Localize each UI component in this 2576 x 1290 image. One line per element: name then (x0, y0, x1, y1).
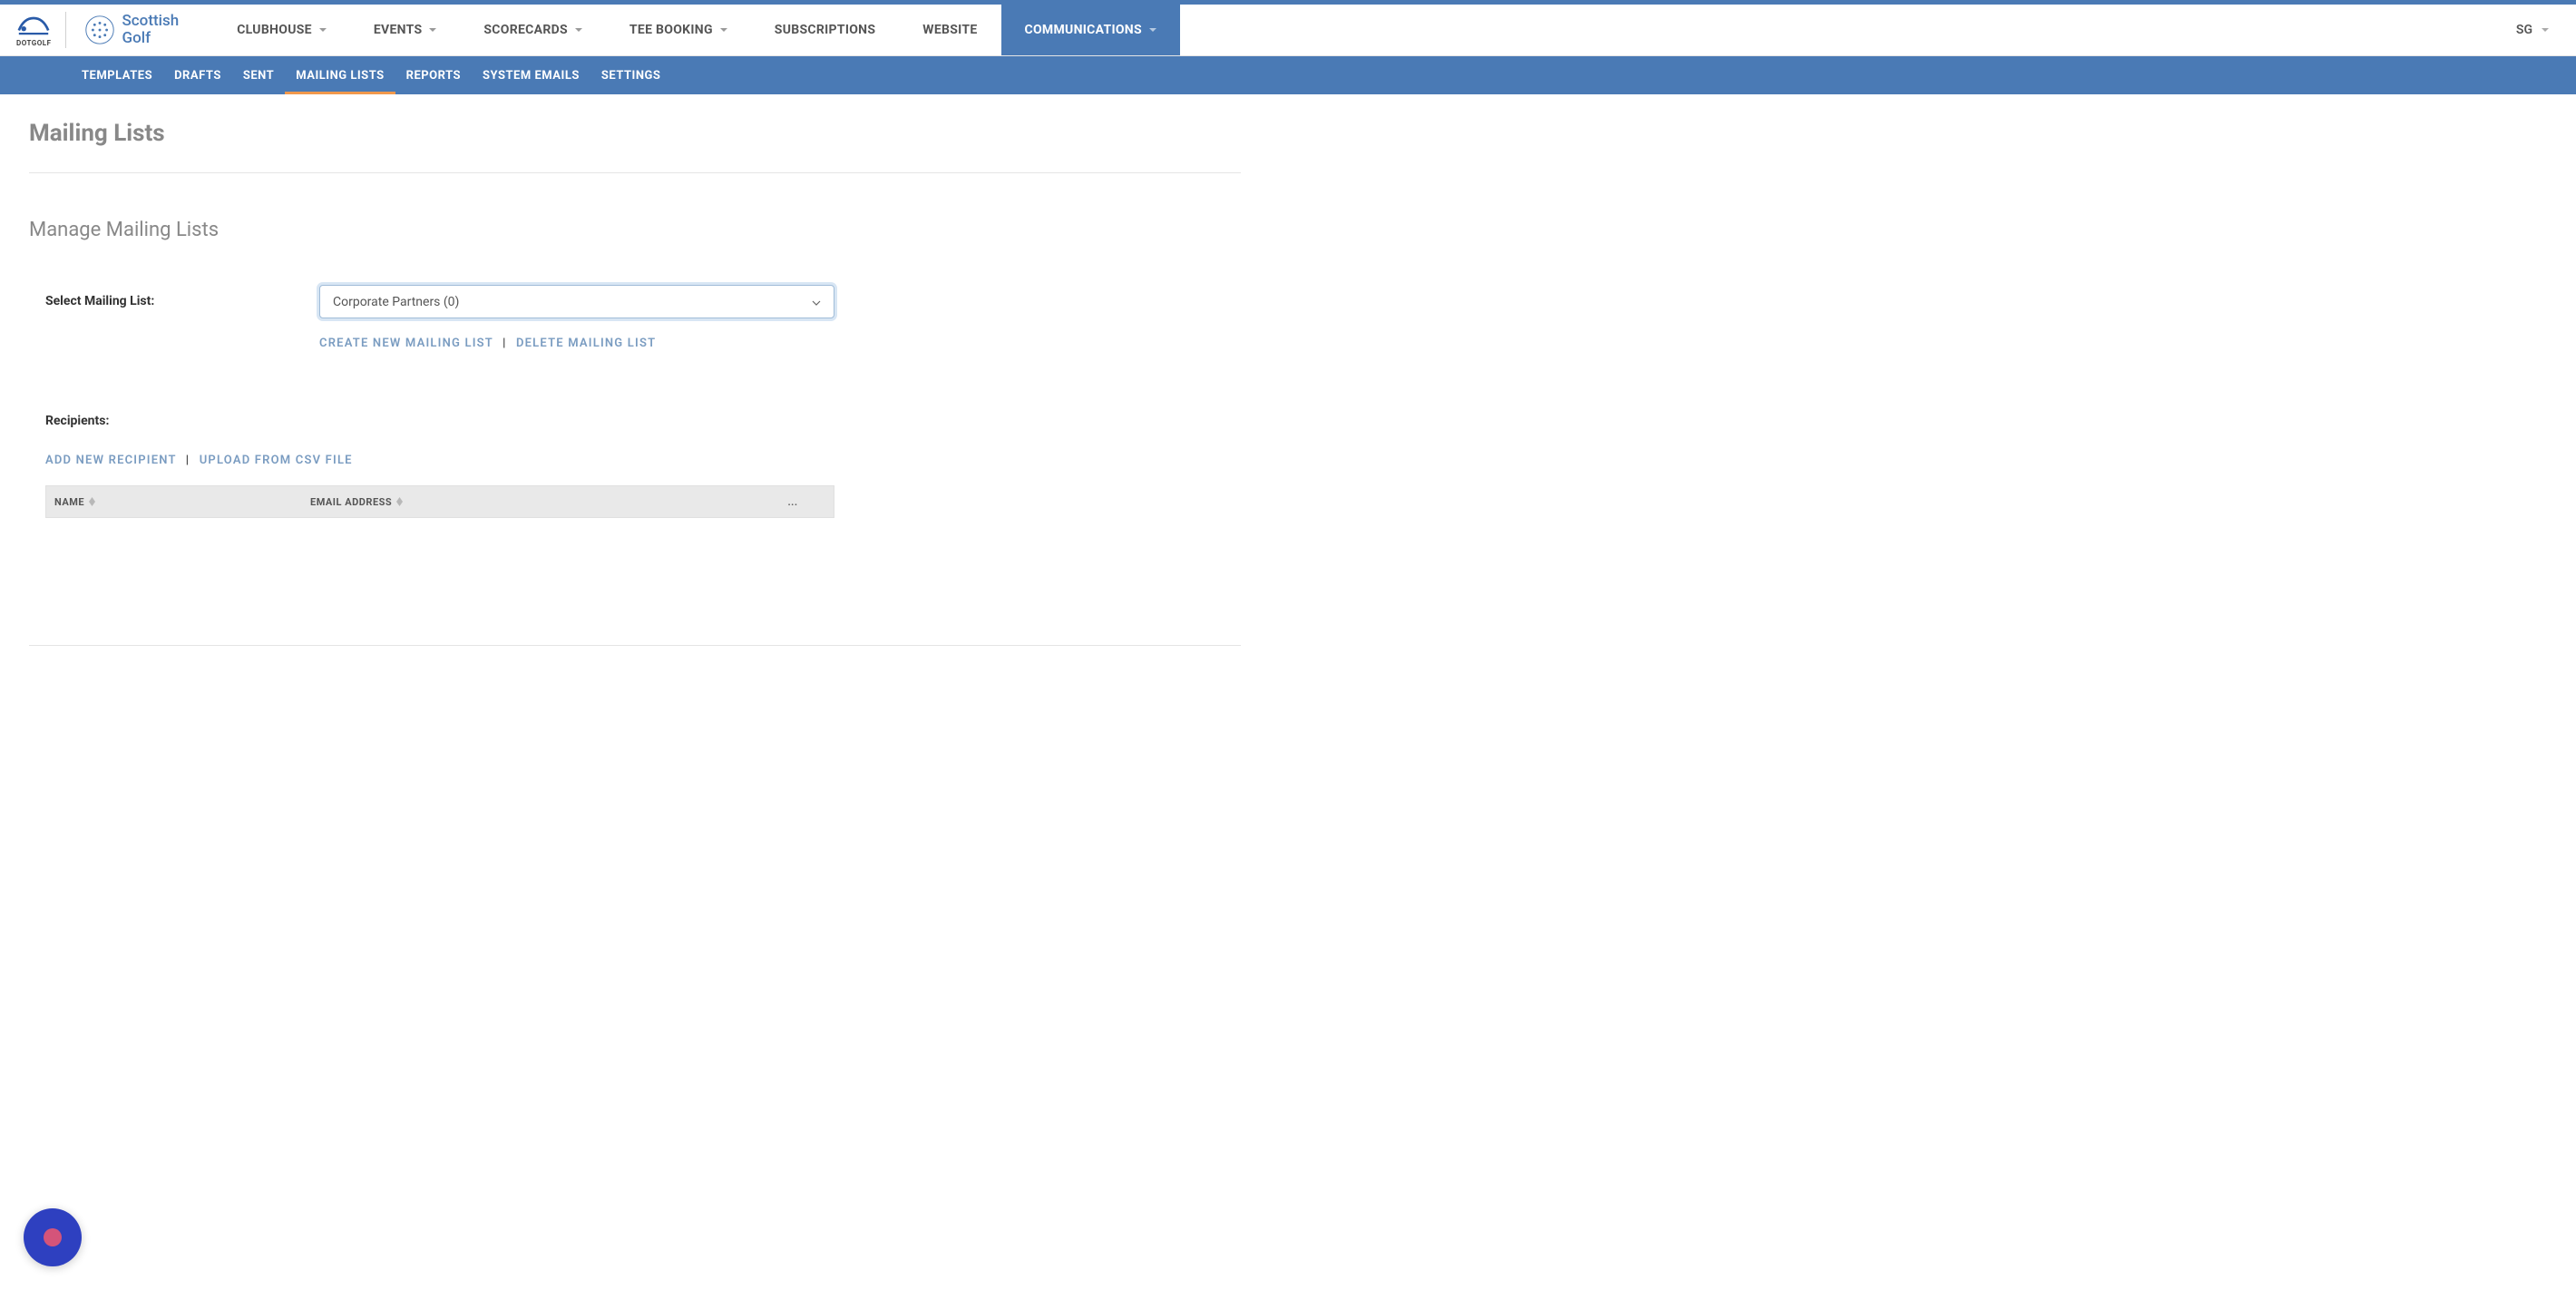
page-title: Mailing Lists (29, 120, 1241, 147)
divider (29, 172, 1241, 173)
create-mailing-list-link[interactable]: CREATE NEW MAILING LIST (319, 337, 493, 350)
add-recipient-link[interactable]: ADD NEW RECIPIENT (45, 454, 176, 467)
user-initials: SG (2516, 23, 2532, 37)
chevron-down-icon (812, 296, 821, 308)
subnav-mailing-lists[interactable]: MAILING LISTS (285, 56, 395, 94)
logo-divider (65, 12, 66, 48)
scottish-golf-icon (83, 13, 117, 47)
mailing-list-actions: CREATE NEW MAILING LIST | DELETE MAILING… (319, 337, 834, 350)
recipients-actions: ADD NEW RECIPIENT | UPLOAD FROM CSV FILE (45, 454, 1241, 467)
scottish-golf-text: Scottish Golf (122, 13, 180, 46)
chevron-down-icon (319, 28, 327, 32)
separator: | (503, 337, 506, 350)
upload-csv-link[interactable]: UPLOAD FROM CSV FILE (200, 454, 353, 467)
recipients-table: NAME EMAIL ADDRESS ... (45, 485, 834, 518)
sort-icon (89, 497, 95, 506)
content: Mailing Lists Manage Mailing Lists Selec… (0, 94, 1270, 671)
select-value: Corporate Partners (0) (333, 295, 459, 309)
recipients-section: Recipients: ADD NEW RECIPIENT | UPLOAD F… (29, 414, 1241, 518)
main-nav: DOTGOLF Scottish Golf CLUBHO (0, 5, 2576, 56)
chevron-down-icon (429, 28, 436, 32)
subnav-system-emails[interactable]: SYSTEM EMAILS (472, 56, 590, 94)
subnav-settings[interactable]: SETTINGS (590, 56, 672, 94)
nav-communications[interactable]: COMMUNICATIONS (1001, 5, 1180, 55)
chevron-down-icon (575, 28, 582, 32)
subnav-sent[interactable]: SENT (232, 56, 285, 94)
nav-scorecards[interactable]: SCORECARDS (460, 5, 606, 55)
column-actions[interactable]: ... (752, 496, 834, 508)
nav-items: CLUBHOUSE EVENTS SCORECARDS TEE BOOKING … (213, 5, 1180, 55)
nav-clubhouse[interactable]: CLUBHOUSE (213, 5, 350, 55)
delete-mailing-list-link[interactable]: DELETE MAILING LIST (516, 337, 656, 350)
user-menu[interactable]: SG (2489, 23, 2576, 37)
nav-tee-booking[interactable]: TEE BOOKING (606, 5, 751, 55)
separator: | (186, 454, 190, 467)
nav-subscriptions[interactable]: SUBSCRIPTIONS (751, 5, 899, 55)
subnav-reports[interactable]: REPORTS (395, 56, 472, 94)
section-title: Manage Mailing Lists (29, 219, 1241, 241)
table-header: NAME EMAIL ADDRESS ... (45, 485, 834, 518)
dotgolf-text: DOTGOLF (16, 39, 52, 47)
subnav-drafts[interactable]: DRAFTS (163, 56, 232, 94)
sub-nav: TEMPLATES DRAFTS SENT MAILING LISTS REPO… (0, 56, 2576, 94)
nav-events[interactable]: EVENTS (350, 5, 461, 55)
record-icon (44, 1228, 62, 1246)
floating-record-button[interactable] (24, 1208, 82, 1266)
logo-section: DOTGOLF Scottish Golf (0, 5, 195, 55)
mailing-list-select[interactable]: Corporate Partners (0) (319, 285, 834, 318)
column-name[interactable]: NAME (46, 496, 302, 508)
sort-icon (396, 497, 403, 506)
recipients-label: Recipients: (45, 414, 1241, 428)
chevron-down-icon (2542, 28, 2549, 32)
subnav-templates[interactable]: TEMPLATES (71, 56, 163, 94)
chevron-down-icon (1149, 28, 1156, 32)
dotgolf-icon (17, 14, 50, 39)
chevron-down-icon (720, 28, 727, 32)
dotgolf-logo[interactable]: DOTGOLF (16, 14, 52, 47)
nav-website[interactable]: WEBSITE (899, 5, 1000, 55)
select-mailing-list-label: Select Mailing List: (45, 285, 319, 308)
column-email[interactable]: EMAIL ADDRESS (302, 496, 752, 508)
scottish-golf-logo[interactable]: Scottish Golf (83, 13, 180, 47)
footer-divider (29, 645, 1241, 646)
select-mailing-list-row: Select Mailing List: Corporate Partners … (29, 285, 1241, 350)
